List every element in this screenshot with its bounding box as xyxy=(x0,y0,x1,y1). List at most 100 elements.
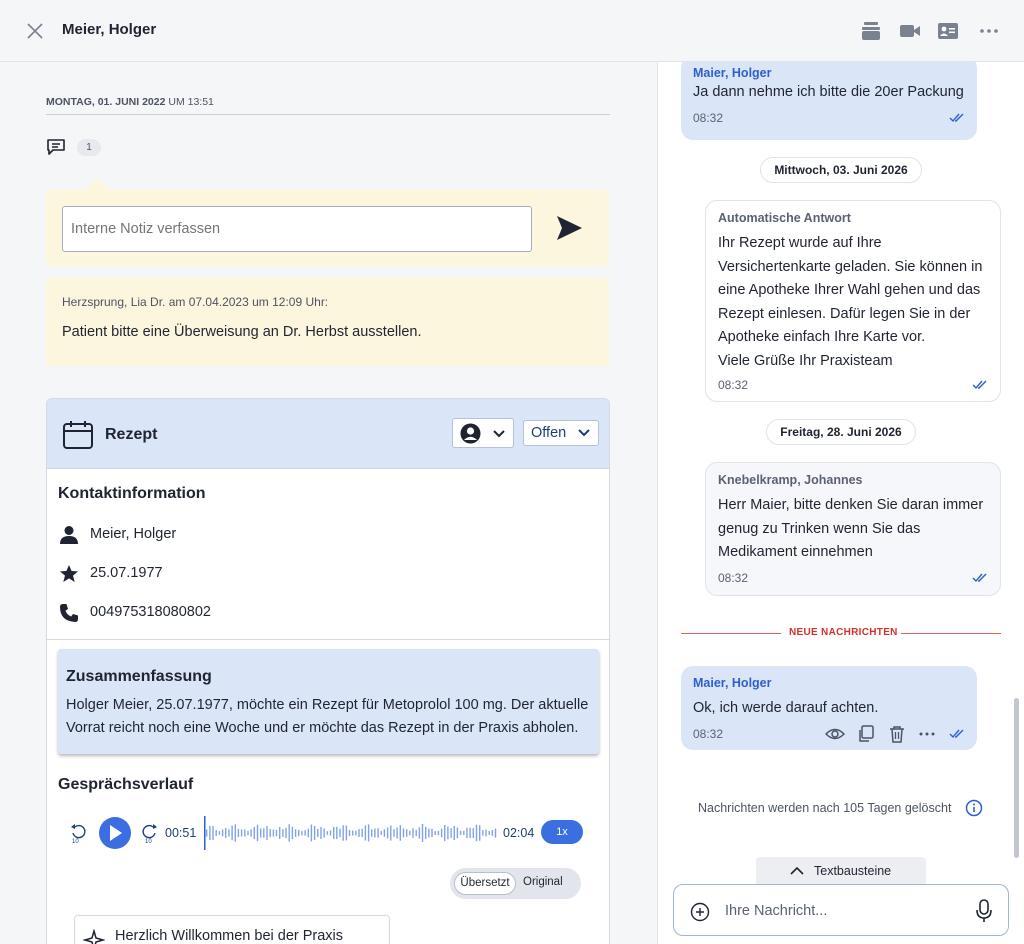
waveform-bar xyxy=(355,830,357,836)
message-line: Ihr Rezept wurde auf Ihre xyxy=(718,235,882,251)
message-time: 08:32 xyxy=(718,571,749,585)
waveform-bar xyxy=(466,827,468,838)
message-text: Herr Maier, bitte denken Sie daran immer… xyxy=(718,494,983,565)
waveform-bar xyxy=(339,828,341,838)
trash-icon[interactable] xyxy=(888,725,906,743)
more-icon[interactable] xyxy=(919,727,935,741)
waveform-bar xyxy=(244,829,246,837)
waveform-bar xyxy=(421,824,424,842)
waveform-bar xyxy=(459,831,462,835)
message-bubble-patient[interactable]: Maier, Holger Ok, ich werde darauf achte… xyxy=(681,666,977,750)
waveform-bar xyxy=(329,830,332,836)
svg-text:10: 10 xyxy=(72,839,79,844)
eye-icon[interactable] xyxy=(825,725,845,743)
message-time: 08:32 xyxy=(693,111,724,125)
waveform-bar xyxy=(447,826,449,840)
message-text: Ja dann nehme ich bitte die 20er Packung xyxy=(693,84,964,100)
textblocks-button[interactable]: Textbausteine xyxy=(756,857,926,885)
read-check-icon xyxy=(949,113,964,123)
waveform-bar xyxy=(225,828,227,838)
copy-icon[interactable] xyxy=(857,725,875,743)
transcript-bubble: Herzlich Willkommen bei der Praxis xyxy=(74,915,390,944)
status-label: Offen xyxy=(531,425,567,441)
message-text: Ok, ich werde darauf achten. xyxy=(693,700,879,716)
transcript-text: Herzlich Willkommen bei der Praxis xyxy=(115,928,344,944)
audio-current-time: 00:51 xyxy=(165,826,197,840)
chat-scrollbar[interactable] xyxy=(1014,698,1019,858)
waveform-bar xyxy=(234,824,236,842)
waveform-bar xyxy=(215,830,217,836)
internal-note-input[interactable] xyxy=(62,206,532,252)
summary-heading: Zusammenfassung xyxy=(66,668,212,685)
audio-waveform[interactable] xyxy=(202,816,502,850)
note-author: Herzsprung, Lia Dr. am 07.04.2023 um 12:… xyxy=(62,295,329,309)
waveform-bar xyxy=(218,831,221,835)
video-call-icon[interactable] xyxy=(899,20,921,42)
waveform-bar xyxy=(253,827,255,839)
more-icon[interactable] xyxy=(978,20,1000,42)
speed-button[interactable]: 1x xyxy=(541,820,583,844)
playhead[interactable] xyxy=(204,816,206,850)
retention-notice: Nachrichten werden nach 105 Tagen gelösc… xyxy=(698,801,952,815)
info-icon[interactable] xyxy=(965,799,983,817)
waveform-bar xyxy=(313,826,316,840)
waveform-bar xyxy=(269,829,271,837)
person-icon xyxy=(60,526,78,544)
waveform-bar xyxy=(231,825,233,841)
waveform-bar xyxy=(469,827,471,839)
contact-phone: 004975318080802 xyxy=(90,604,211,620)
message-time: 08:32 xyxy=(693,727,724,741)
waveform-bar xyxy=(415,829,417,837)
chevron-down-icon xyxy=(493,430,505,438)
comment-count-badge: 1 xyxy=(77,139,101,156)
waveform-bar xyxy=(240,829,243,837)
read-check-icon xyxy=(972,380,987,390)
card-title: Rezept xyxy=(105,426,158,443)
message-composer[interactable]: Ihre Nachricht... xyxy=(673,884,1009,936)
status-dropdown[interactable]: Offen xyxy=(523,420,599,446)
message-time: 08:32 xyxy=(718,378,749,392)
sparkle-icon xyxy=(83,929,105,944)
waveform-bar xyxy=(491,830,494,836)
waveform-bar xyxy=(472,828,474,838)
archive-icon[interactable] xyxy=(860,20,882,42)
time-label: UM 13:51 xyxy=(165,96,214,108)
history-heading: Gesprächsverlauf xyxy=(58,776,194,793)
waveform-bar xyxy=(475,824,478,842)
waveform-bar xyxy=(345,825,348,841)
translation-toggle: Übersetzt Original xyxy=(450,868,581,899)
message-sender: Knebelkramp, Johannes xyxy=(718,473,863,487)
message-sender: Automatische Antwort xyxy=(718,211,851,225)
contact-name: Meier, Holger xyxy=(90,526,177,542)
waveform-bar xyxy=(380,831,382,835)
comment-icon[interactable] xyxy=(46,138,66,156)
contact-card-icon[interactable] xyxy=(937,20,959,42)
waveform-bar xyxy=(456,827,459,839)
waveform-bar xyxy=(428,828,430,838)
assignee-dropdown[interactable] xyxy=(452,418,514,448)
microphone-icon[interactable] xyxy=(976,899,992,923)
play-button[interactable] xyxy=(99,817,131,849)
note-caret xyxy=(86,177,108,190)
waveform-bar xyxy=(266,826,268,840)
waveform-bar xyxy=(431,828,433,838)
add-icon[interactable] xyxy=(690,902,710,922)
original-option[interactable]: Original xyxy=(523,876,563,888)
close-icon[interactable] xyxy=(24,20,46,42)
waveform-bar xyxy=(317,828,319,838)
forward-10-icon[interactable]: 10 xyxy=(141,824,157,844)
waveform-bar xyxy=(323,828,325,838)
message-sender: Maier, Holger xyxy=(693,676,772,690)
waveform-bar xyxy=(485,829,487,837)
translated-option[interactable]: Übersetzt xyxy=(454,872,516,895)
waveform-bar xyxy=(450,828,452,838)
rewind-10-icon[interactable]: 10 xyxy=(71,824,87,844)
message-line: Apotheke einfach Ihre Karte vor. xyxy=(718,329,926,345)
waveform-bar xyxy=(358,829,360,837)
send-icon[interactable] xyxy=(554,212,584,244)
audio-duration: 02:04 xyxy=(503,826,535,840)
waveform-bar xyxy=(463,830,465,835)
date-label: MONTAG, 01. JUNI 2022 xyxy=(46,96,166,108)
message-line: Viele Grüße Ihr Praxisteam xyxy=(718,352,893,369)
waveform-bar xyxy=(437,830,440,836)
